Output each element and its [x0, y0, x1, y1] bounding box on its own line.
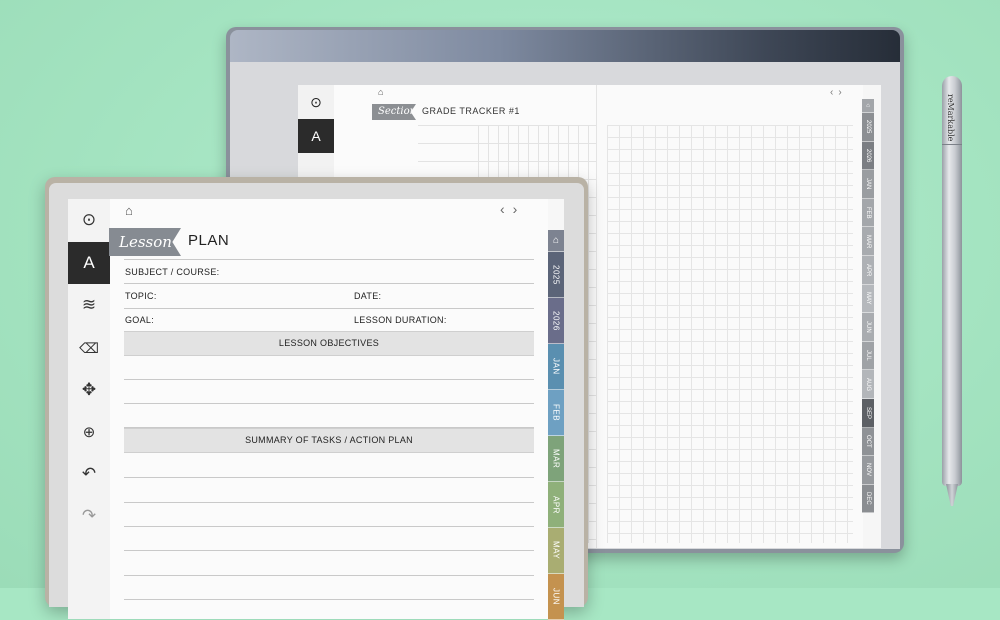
- tab-oct[interactable]: OCT: [862, 427, 874, 457]
- pen-tool-icon[interactable]: A: [68, 242, 110, 284]
- tab-jan[interactable]: JAN: [548, 344, 564, 390]
- summary-header: SUMMARY OF TASKS / ACTION PLAN: [124, 428, 534, 453]
- tab-sep[interactable]: SEP: [862, 398, 874, 428]
- writing-line[interactable]: [124, 477, 534, 478]
- tab-mar[interactable]: MAR: [548, 436, 564, 482]
- tab-2026[interactable]: 2026: [862, 141, 874, 171]
- chevron-right-icon[interactable]: ›: [838, 87, 846, 98]
- pen-circle-icon[interactable]: ⊙: [298, 85, 334, 119]
- writing-line[interactable]: [124, 502, 534, 503]
- pen-circle-icon[interactable]: ⊙: [68, 199, 110, 241]
- section-title: GRADE TRACKER #1: [422, 106, 520, 116]
- zoom-icon[interactable]: ⊕: [68, 411, 110, 453]
- tablet-bezel: [230, 30, 900, 62]
- stylus-ring: [942, 144, 962, 145]
- tab-2026[interactable]: 2026: [548, 298, 564, 344]
- undo-icon[interactable]: ↶: [68, 453, 110, 495]
- home-icon[interactable]: ⌂: [125, 203, 133, 218]
- home-icon[interactable]: ⌂: [378, 87, 383, 97]
- tab-2025[interactable]: 2025: [548, 252, 564, 298]
- eraser-icon[interactable]: ⌫: [68, 327, 110, 369]
- home-tab-icon[interactable]: ⌂: [548, 230, 564, 252]
- page-title: PLAN: [188, 232, 230, 249]
- page-nav: ‹›: [830, 87, 847, 98]
- month-tabs: ⌂ 2025 2026 JAN FEB MAR APR MAY JUN: [548, 230, 564, 620]
- writing-line[interactable]: [124, 403, 534, 404]
- redo-icon[interactable]: ↷: [68, 495, 110, 537]
- tab-apr[interactable]: APR: [862, 255, 874, 285]
- home-tab-icon[interactable]: ⌂: [862, 99, 874, 113]
- tab-jun[interactable]: JUN: [862, 313, 874, 342]
- subject-line[interactable]: [124, 283, 534, 284]
- objectives-header: LESSON OBJECTIVES: [124, 331, 534, 356]
- front-screen: ⊙ A ≋ ⌫ ✥ ⊕ ↶ ↷ ⌂ ‹› Lesson PLAN SUBJECT…: [68, 199, 564, 620]
- lesson-script-label: Lesson: [109, 228, 181, 256]
- tab-apr[interactable]: APR: [548, 482, 564, 528]
- stylus-tip: [946, 484, 958, 506]
- chevron-left-icon[interactable]: ‹: [500, 201, 513, 217]
- tab-mar[interactable]: MAR: [862, 227, 874, 256]
- writing-line[interactable]: [124, 526, 534, 527]
- goal-label: GOAL:: [125, 315, 155, 325]
- stylus-brand: reMarkable: [946, 94, 955, 142]
- topic-label: TOPIC:: [125, 291, 157, 301]
- move-icon[interactable]: ✥: [68, 369, 110, 411]
- tab-feb[interactable]: FEB: [548, 390, 564, 436]
- tab-may[interactable]: MAY: [862, 284, 874, 314]
- front-tablet: ⊙ A ≋ ⌫ ✥ ⊕ ↶ ↷ ⌂ ‹› Lesson PLAN SUBJECT…: [45, 177, 588, 620]
- topic-line[interactable]: [124, 308, 534, 309]
- text-lines-icon[interactable]: ≋: [68, 284, 110, 326]
- tab-dec[interactable]: DEC: [862, 484, 874, 514]
- tab-jan[interactable]: JAN: [862, 170, 874, 199]
- tab-jun[interactable]: JUN: [548, 574, 564, 620]
- stylus: reMarkable: [938, 76, 966, 508]
- writing-line[interactable]: [124, 575, 534, 576]
- writing-line[interactable]: [124, 599, 534, 600]
- divider: [124, 259, 534, 260]
- tab-may[interactable]: MAY: [548, 528, 564, 574]
- back-month-tabs: ⌂ 2025 2026 JAN FEB MAR APR MAY JUN JUL AUG SEP OCT…: [862, 99, 874, 519]
- subject-label: SUBJECT / COURSE:: [125, 267, 220, 277]
- tab-aug[interactable]: AUG: [862, 370, 874, 399]
- graph-grid: [607, 125, 853, 543]
- date-label: DATE:: [354, 291, 382, 301]
- tab-jul[interactable]: JUL: [862, 341, 874, 371]
- tab-nov[interactable]: NOV: [862, 456, 874, 485]
- section-label: Section: [372, 104, 416, 120]
- duration-label: LESSON DURATION:: [354, 315, 447, 325]
- toolbar: ⊙ A ≋ ⌫ ✥ ⊕ ↶ ↷: [68, 199, 111, 619]
- pen-tool-icon[interactable]: A: [298, 119, 334, 153]
- tab-feb[interactable]: FEB: [862, 198, 874, 228]
- lesson-plan-page: ⌂ ‹› Lesson PLAN SUBJECT / COURSE: TOPIC…: [109, 199, 548, 619]
- grade-tracker-right-page: [596, 85, 863, 548]
- writing-line[interactable]: [124, 550, 534, 551]
- chevron-right-icon[interactable]: ›: [513, 201, 526, 217]
- tab-2025[interactable]: 2025: [862, 113, 874, 142]
- page-nav: ‹›: [500, 201, 525, 217]
- writing-line[interactable]: [124, 379, 534, 380]
